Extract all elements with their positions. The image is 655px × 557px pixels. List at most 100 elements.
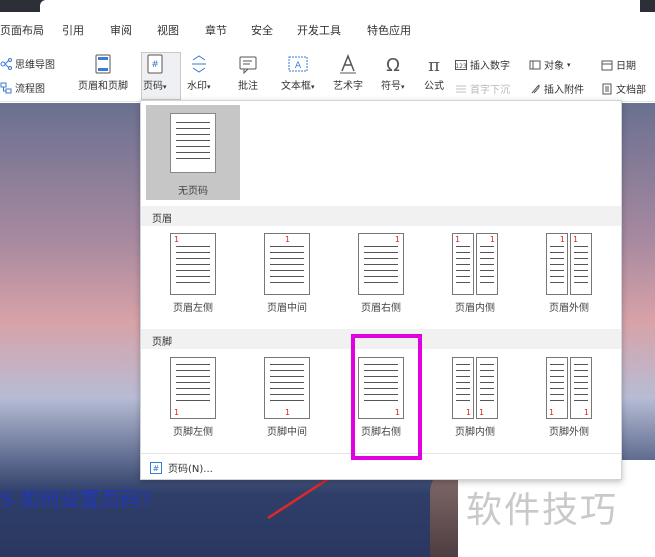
menu-tab-security[interactable]: 安全 <box>251 22 273 38</box>
drop-cap-label: 首字下沉 <box>470 85 510 96</box>
menu-tab-references[interactable]: 引用 <box>62 22 84 38</box>
comment-icon <box>239 56 257 74</box>
doc-part-button[interactable]: 文档部 <box>601 81 646 96</box>
watermark-button[interactable]: 水印▾ <box>187 54 211 92</box>
paperclip-icon <box>531 84 540 93</box>
header-inside-label: 页眉内侧 <box>455 303 495 314</box>
page-number-button[interactable]: # 页码▾ <box>143 54 167 92</box>
insert-number-button[interactable]: 123 插入数字 <box>455 57 510 72</box>
svg-text:#: # <box>153 464 160 473</box>
chevron-down-icon: ▾ <box>311 83 315 91</box>
page-number-marker: 1 <box>549 408 555 417</box>
footer-left-option[interactable]: 1 页脚左侧 <box>146 351 240 447</box>
comment-button[interactable]: 批注 <box>238 54 258 92</box>
page-thumbnail <box>170 113 216 173</box>
header-outside-option[interactable]: 1 1 页眉外侧 <box>522 227 616 323</box>
flowchart-icon <box>0 82 12 93</box>
header-center-option[interactable]: 1 页眉中间 <box>240 227 334 323</box>
menu-tab-view[interactable]: 视图 <box>157 22 179 38</box>
object-label: 对象 <box>544 61 564 72</box>
flowchart-button[interactable]: 流程图 <box>0 80 45 95</box>
page-number-marker: 1 <box>285 408 291 417</box>
header-footer-label: 页眉和页脚 <box>78 81 128 92</box>
page-number-settings-icon: # <box>150 461 162 474</box>
page-thumbnail: 1 1 <box>452 357 498 419</box>
object-icon <box>529 60 541 69</box>
footer-left-label: 页脚左侧 <box>173 427 213 438</box>
page-number-marker: 1 <box>174 235 180 244</box>
page-number-marker: 1 <box>455 235 461 244</box>
svg-text:Ω: Ω <box>386 55 400 74</box>
footer-center-label: 页脚中间 <box>267 427 307 438</box>
textbox-label: 文本框 <box>281 81 311 92</box>
ribbon-toolbar: 思维导图 流程图 页眉和页脚 # 页码▾ 水印▾ 批注 A 文本框▾ 艺术字 Ω… <box>0 46 655 102</box>
header-center-label: 页眉中间 <box>267 303 307 314</box>
title-bar <box>0 0 655 12</box>
page-number-marker: 1 <box>489 235 495 244</box>
no-page-number-label: 无页码 <box>178 186 208 197</box>
header-footer-icon <box>95 54 111 74</box>
svg-text:123: 123 <box>455 63 467 70</box>
textbox-icon: A <box>288 56 308 72</box>
menu-tab-section[interactable]: 章节 <box>205 22 227 38</box>
footer-right-highlight-box <box>351 334 422 460</box>
page-number-marker: 1 <box>559 235 565 244</box>
header-inside-option[interactable]: 1 1 页眉内侧 <box>428 227 522 323</box>
footer-outside-option[interactable]: 1 1 页脚外侧 <box>522 351 616 447</box>
wordart-button[interactable]: 艺术字 <box>333 54 363 92</box>
wordart-label: 艺术字 <box>333 81 363 92</box>
chevron-down-icon: ▾ <box>207 83 211 91</box>
page-number-marker: 1 <box>479 408 485 417</box>
omega-icon: Ω <box>386 55 400 74</box>
page-number-marker: 1 <box>573 235 579 244</box>
header-right-option[interactable]: 1 页眉右侧 <box>334 227 428 323</box>
comment-label: 批注 <box>238 81 258 92</box>
flowchart-label: 流程图 <box>15 84 45 95</box>
mindmap-icon <box>0 57 12 70</box>
symbol-button[interactable]: Ω 符号▾ <box>381 54 405 92</box>
svg-text:A: A <box>295 61 302 71</box>
watermark-icon <box>191 55 206 73</box>
drop-cap-icon <box>456 85 466 92</box>
page-number-marker: 1 <box>583 408 589 417</box>
page-thumbnail: 1 <box>358 233 404 295</box>
header-left-label: 页眉左侧 <box>173 303 213 314</box>
footer-inside-label: 页脚内侧 <box>455 427 495 438</box>
header-section-heading: 页眉 <box>141 206 621 226</box>
page-number-marker: 1 <box>394 235 400 244</box>
footer-center-option[interactable]: 1 页脚中间 <box>240 351 334 447</box>
page-number-icon: # <box>147 54 163 74</box>
calendar-icon <box>601 60 613 70</box>
page-thumbnail: 1 <box>170 357 216 419</box>
header-left-option[interactable]: 1 页眉左侧 <box>146 227 240 323</box>
insert-attachment-label: 插入附件 <box>544 85 584 96</box>
page-thumbnail: 1 <box>170 233 216 295</box>
footer-inside-option[interactable]: 1 1 页脚内侧 <box>428 351 522 447</box>
date-button[interactable]: 日期 <box>601 57 636 72</box>
chevron-down-icon: ▾ <box>163 83 167 91</box>
doc-part-icon <box>602 83 612 94</box>
menu-tab-developer[interactable]: 开发工具 <box>297 22 341 38</box>
mindmap-label: 思维导图 <box>15 60 55 71</box>
formula-label: 公式 <box>424 81 444 92</box>
footer-outside-label: 页脚外侧 <box>549 427 589 438</box>
chevron-down-icon: ▾ <box>401 83 405 91</box>
page-number-marker: 1 <box>465 408 471 417</box>
menu-tab-special-apps[interactable]: 特色应用 <box>367 22 411 38</box>
insert-attachment-button[interactable]: 插入附件 <box>529 81 584 96</box>
menu-bar: 页面布局 引用 审阅 视图 章节 安全 开发工具 特色应用 <box>0 12 655 46</box>
no-page-number-option[interactable]: 无页码 <box>146 105 240 200</box>
menu-tab-page-layout[interactable]: 页面布局 <box>0 22 44 38</box>
menu-tab-review[interactable]: 审阅 <box>110 22 132 38</box>
page-number-label: 页码 <box>143 81 163 92</box>
header-footer-button[interactable]: 页眉和页脚 <box>78 54 128 92</box>
drop-cap-button[interactable]: 首字下沉 <box>455 81 510 96</box>
page-number-settings-button[interactable]: # 页码(N)... <box>150 460 213 475</box>
mindmap-button[interactable]: 思维导图 <box>0 56 55 71</box>
symbol-label: 符号 <box>381 81 401 92</box>
page-number-marker: 1 <box>174 408 180 417</box>
number-icon: 123 <box>455 59 467 70</box>
object-button[interactable]: 对象 ▾ <box>529 57 571 72</box>
textbox-button[interactable]: A 文本框▾ <box>281 54 315 92</box>
formula-button[interactable]: π 公式 <box>424 54 444 92</box>
